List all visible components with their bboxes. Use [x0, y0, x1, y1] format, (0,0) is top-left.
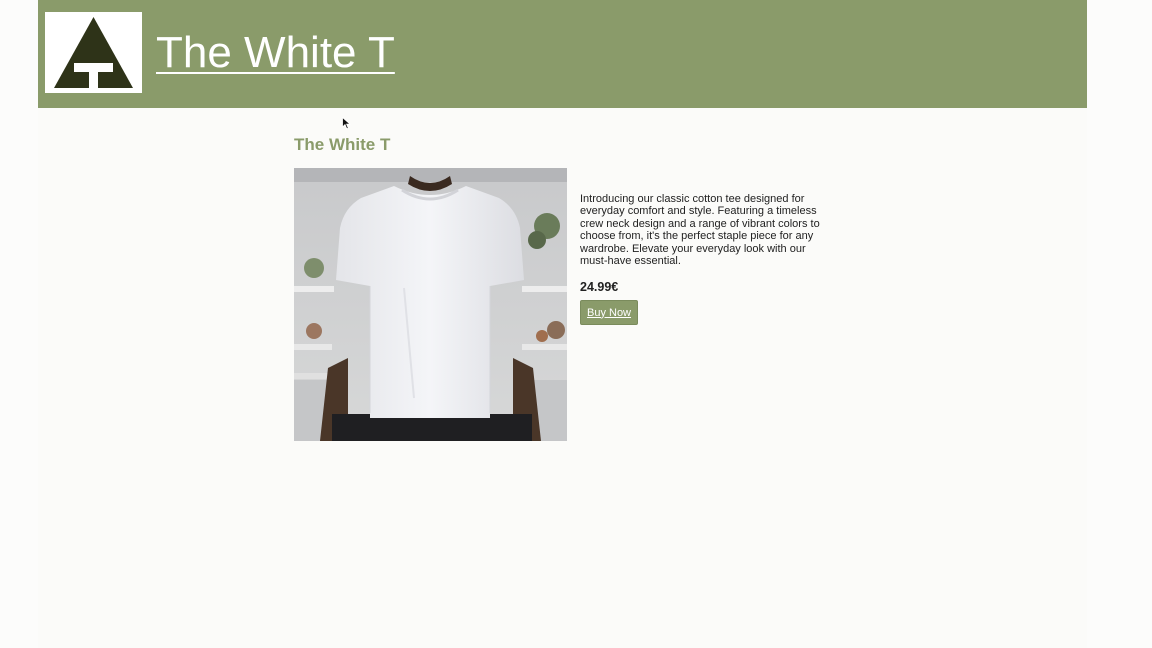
site-header: The White T [38, 0, 1087, 108]
buy-now-button[interactable]: Buy Now [580, 300, 638, 325]
white-tshirt-photo [294, 168, 567, 441]
site-title-link[interactable]: The White T [156, 27, 395, 79]
product-price: 24.99€ [580, 280, 619, 294]
site-logo-link[interactable] [45, 12, 142, 93]
page: The White T The White T Introducing our … [38, 0, 1087, 648]
mouse-cursor-icon [342, 117, 351, 130]
product-description: Introducing our classic cotton tee desig… [580, 193, 820, 268]
product-title: The White T [294, 135, 391, 154]
tree-t-logo-icon [54, 17, 133, 90]
product-image [294, 168, 567, 441]
